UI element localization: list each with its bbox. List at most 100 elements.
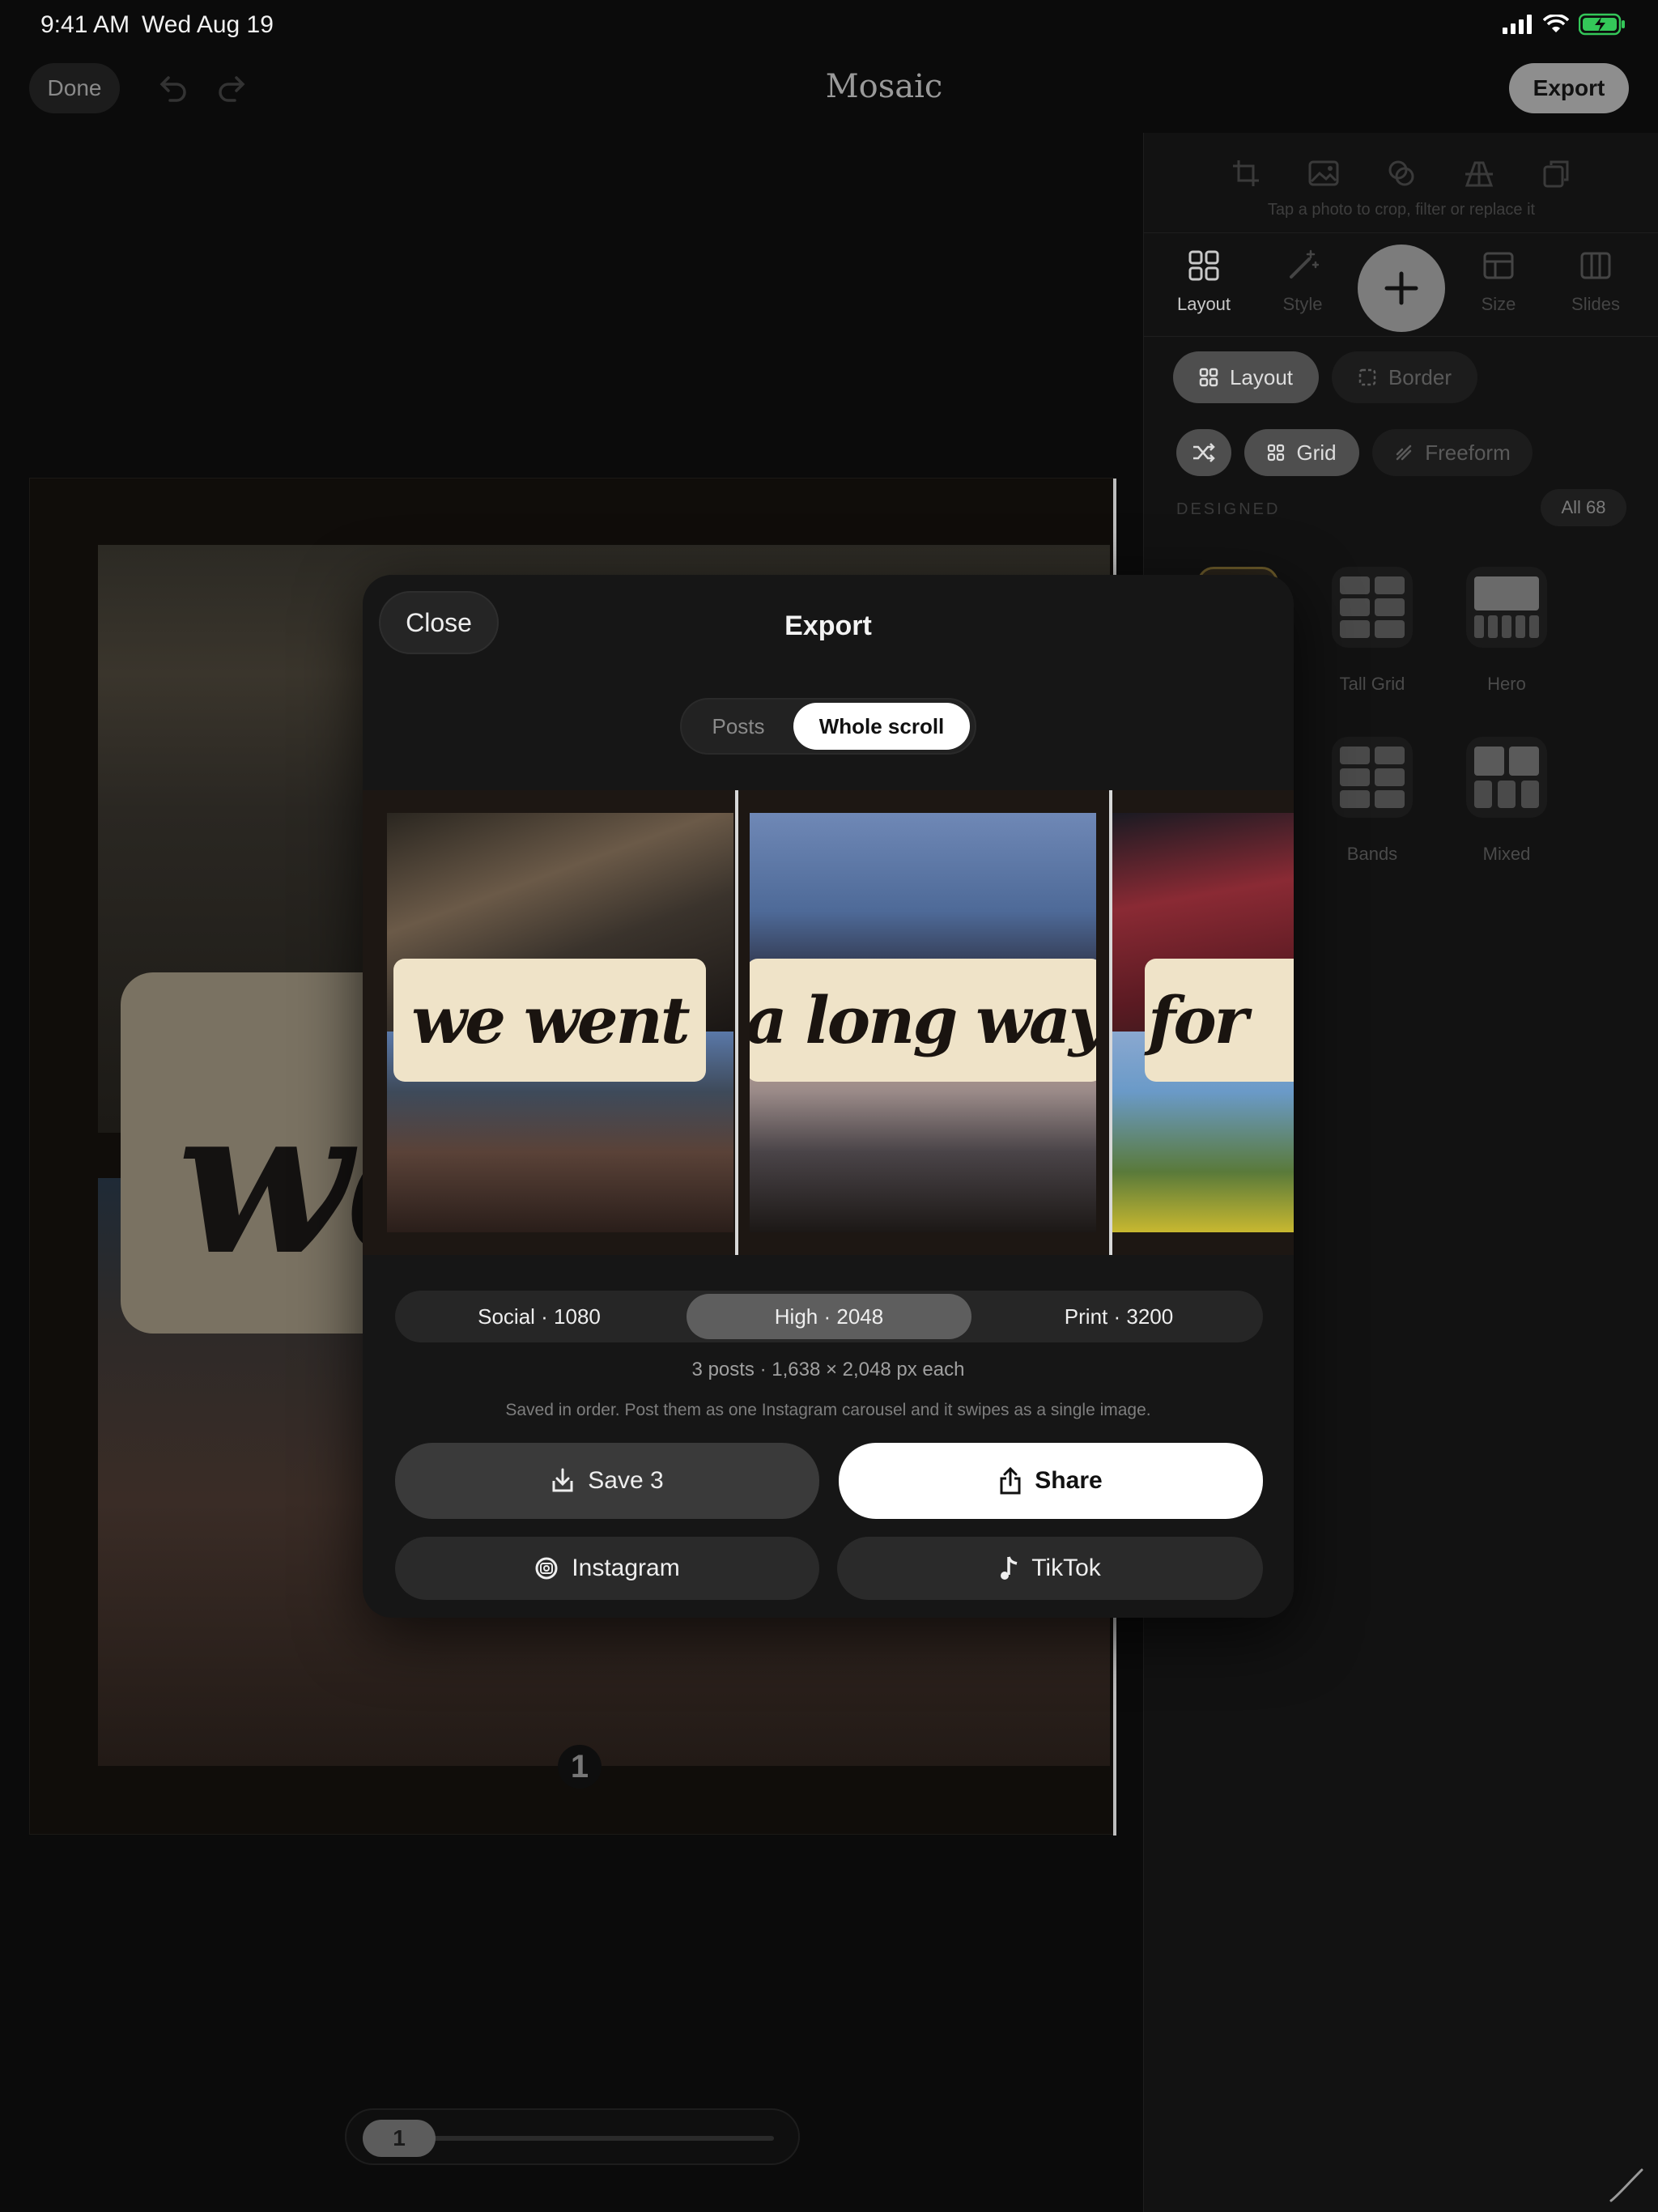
preview-text-banner: we went: [393, 959, 706, 1082]
tab-slides[interactable]: Slides: [1555, 249, 1636, 315]
tab-size[interactable]: Size: [1458, 249, 1539, 315]
tab-style[interactable]: Style: [1262, 249, 1343, 315]
border-icon: [1358, 368, 1376, 386]
status-icons: [1503, 13, 1626, 36]
layout-bands[interactable]: [1332, 737, 1413, 818]
status-time: 9:41 AM: [40, 11, 130, 38]
tab-label: Style: [1282, 294, 1323, 314]
preview-banner-text: a long way: [750, 982, 1096, 1058]
plus-icon: [1384, 271, 1418, 305]
instagram-button[interactable]: Instagram: [395, 1537, 819, 1600]
adjust-tool[interactable]: [1455, 149, 1503, 198]
layout-mixed[interactable]: [1466, 737, 1547, 818]
hero-layout-icon: [1474, 576, 1539, 638]
share-icon: [1000, 1467, 1021, 1495]
subtab-layout-label: Layout: [1229, 364, 1294, 389]
photo-icon: [1308, 160, 1339, 186]
save-button[interactable]: Save 3: [395, 1443, 819, 1519]
quality-social[interactable]: Social · 1080: [398, 1294, 680, 1339]
save-button-label: Save 3: [588, 1467, 664, 1494]
grid-icon: [1188, 250, 1219, 281]
duplicate-icon: [1543, 160, 1569, 188]
tiktok-button[interactable]: TikTok: [837, 1537, 1263, 1600]
export-summary: 3 posts · 1,638 × 2,048 px each: [691, 1359, 965, 1380]
quality-selector: Social · 1080 High · 2048 Print · 3200: [395, 1291, 1263, 1342]
export-preview-strip[interactable]: we went a long way for: [363, 790, 1294, 1255]
duplicate-tool[interactable]: [1533, 149, 1581, 198]
mode-grid[interactable]: Grid: [1244, 429, 1359, 476]
slides-icon: [1580, 252, 1611, 279]
pencil-icon[interactable]: [1608, 2167, 1645, 2204]
all-layouts-badge[interactable]: All 68: [1541, 489, 1626, 526]
cellular-signal-icon: [1503, 15, 1532, 34]
brush-icon: [1397, 445, 1412, 461]
layout-label: Hero: [1487, 674, 1526, 694]
preview-banner-text: for: [1148, 982, 1248, 1058]
preview-text-banner: a long way: [750, 959, 1096, 1082]
grid-icon: [1268, 444, 1285, 462]
perspective-icon: [1465, 161, 1494, 187]
page-slider[interactable]: 1: [345, 2108, 800, 2165]
subtab-border[interactable]: Border: [1332, 351, 1477, 403]
share-button[interactable]: Share: [839, 1443, 1263, 1519]
tab-label: Slides: [1571, 294, 1620, 314]
share-button-label: Share: [1035, 1467, 1103, 1494]
page-slider-track[interactable]: [411, 2136, 774, 2141]
layout-hero[interactable]: [1466, 567, 1547, 648]
replace-photo-tool[interactable]: [1299, 149, 1348, 198]
preview-slide-1: we went: [387, 813, 733, 1232]
status-bar: 9:41 AM Wed Aug 19: [0, 0, 1658, 50]
grid-icon: [1199, 368, 1218, 387]
layout-tall-grid[interactable]: [1332, 567, 1413, 648]
mixed-layout-icon: [1474, 747, 1539, 808]
export-note: Saved in order. Post them as one Instagr…: [505, 1401, 1151, 1419]
preview-text-banner: for: [1145, 959, 1294, 1082]
app-title: Mosaic: [825, 68, 943, 105]
segment-whole-scroll[interactable]: Whole scroll: [793, 703, 970, 750]
quality-print[interactable]: Print · 3200: [978, 1294, 1260, 1339]
download-icon: [552, 1468, 573, 1492]
magic-wand-icon: [1290, 249, 1320, 279]
tool-hint: Tap a photo to crop, filter or replace i…: [1267, 201, 1536, 219]
add-button[interactable]: [1358, 245, 1445, 332]
shuffle-button[interactable]: [1176, 429, 1231, 476]
preview-banner-text: we went: [411, 982, 690, 1058]
preview-slide-3: for: [1112, 813, 1294, 1232]
layout-label: Mixed: [1482, 844, 1531, 864]
layout-label: Bands: [1346, 844, 1398, 864]
mode-freeform[interactable]: Freeform: [1372, 429, 1533, 476]
tab-label: Size: [1481, 294, 1516, 314]
instagram-button-label: Instagram: [572, 1555, 680, 1581]
quality-high[interactable]: High · 2048: [687, 1294, 971, 1339]
preview-slide-2: a long way: [750, 813, 1096, 1232]
shuffle-icon: [1193, 443, 1215, 462]
battery-charging-icon: [1579, 13, 1625, 36]
canvas-page-number: 1: [558, 1745, 602, 1789]
layout-label: Tall Grid: [1339, 674, 1405, 694]
tall-grid-icon: [1340, 576, 1405, 638]
mode-freeform-label: Freeform: [1425, 440, 1511, 465]
page-slider-thumb[interactable]: 1: [363, 2120, 436, 2157]
crop-icon: [1233, 160, 1259, 186]
modal-title: Export: [784, 610, 872, 641]
filter-tool[interactable]: [1377, 149, 1426, 198]
export-button[interactable]: Export: [1509, 63, 1629, 113]
music-note-icon: [1001, 1556, 1018, 1580]
slide-divider: [735, 790, 738, 1255]
bands-layout-icon: [1340, 747, 1405, 808]
export-modal: Close Export Posts Whole scroll we went …: [363, 575, 1294, 1618]
instagram-icon: [535, 1557, 558, 1580]
section-label: DESIGNED: [1176, 500, 1281, 518]
tab-layout[interactable]: Layout: [1163, 249, 1244, 315]
size-icon: [1483, 252, 1514, 279]
tab-label: Layout: [1176, 294, 1231, 314]
status-date: Wed Aug 19: [142, 11, 274, 38]
segment-posts[interactable]: Posts: [688, 703, 789, 750]
tiktok-button-label: TikTok: [1031, 1555, 1101, 1581]
photo-tools-row: Tap a photo to crop, filter or replace i…: [1144, 133, 1658, 233]
filter-icon: [1388, 160, 1414, 186]
wifi-icon: [1543, 15, 1569, 32]
export-mode-segmented: Posts Whole scroll: [680, 698, 976, 755]
subtab-layout[interactable]: Layout: [1173, 351, 1319, 403]
crop-tool[interactable]: [1222, 149, 1270, 198]
